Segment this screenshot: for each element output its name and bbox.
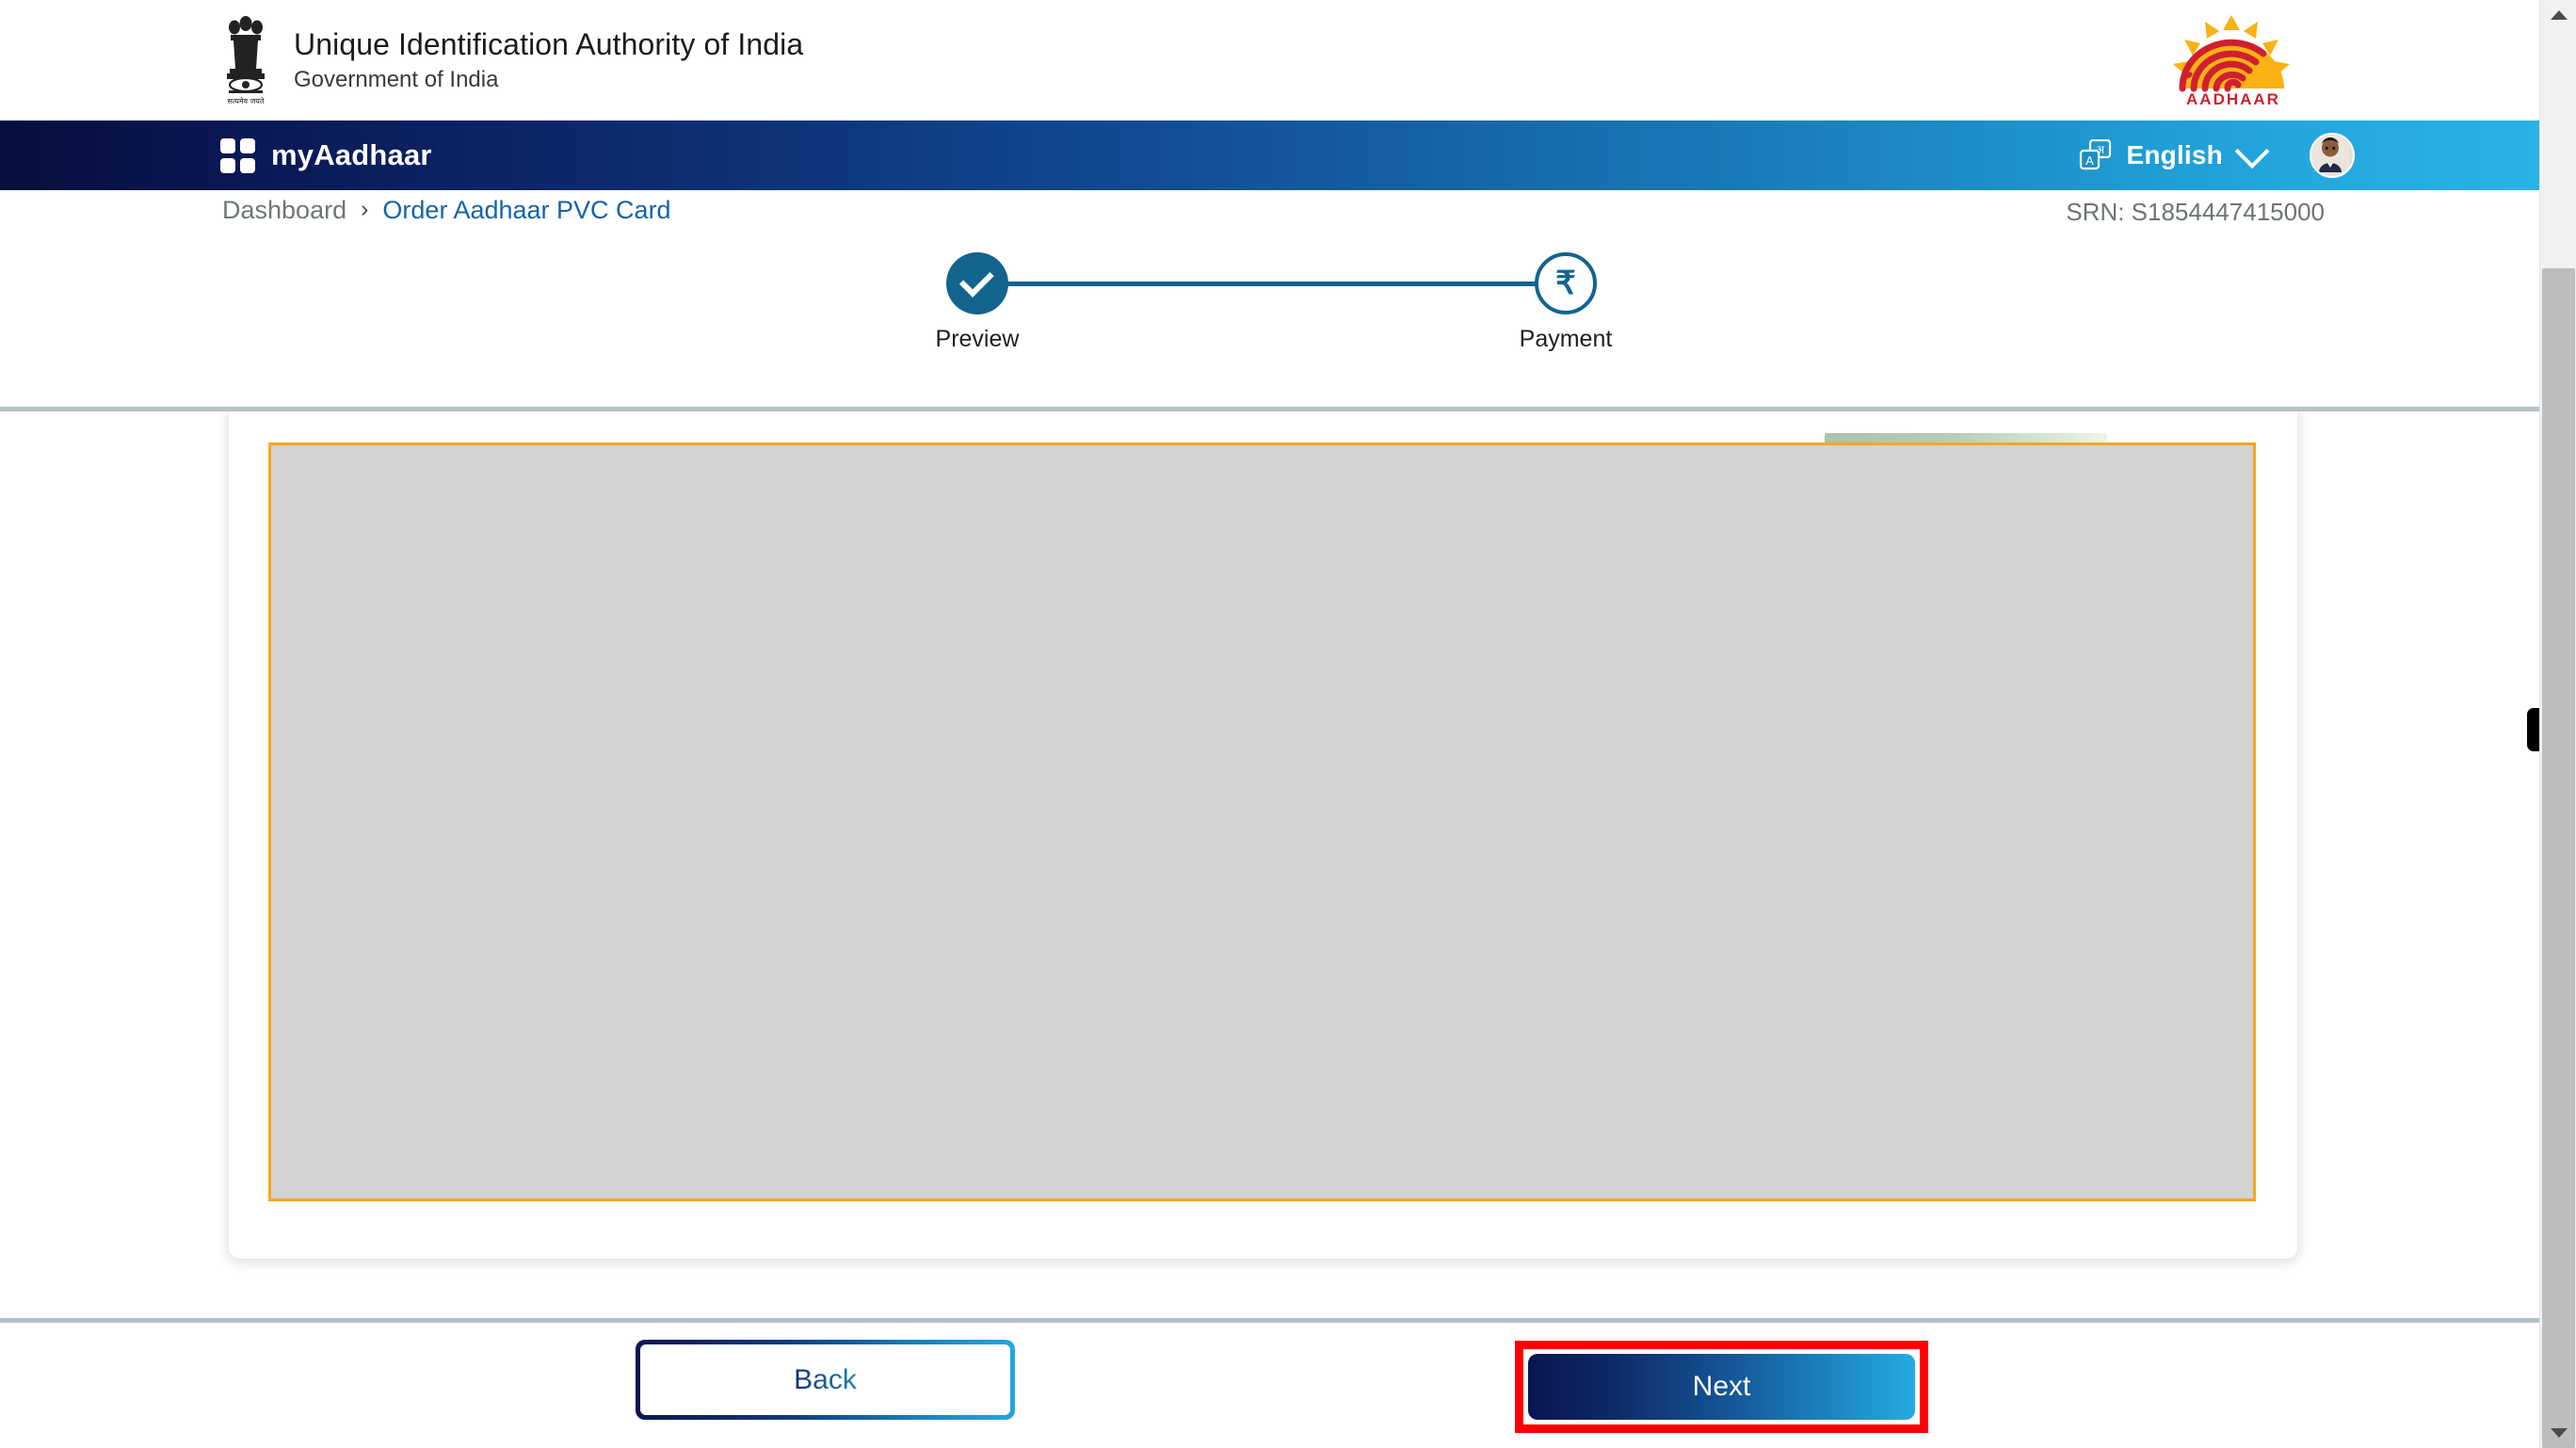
uidai-identity-block: सत्यमेव जयते Unique Identification Autho…: [218, 13, 803, 107]
stepper-step-payment[interactable]: ₹ Payment: [1486, 252, 1646, 353]
uidai-titles: Unique Identification Authority of India…: [294, 27, 803, 93]
brand-label: myAadhaar: [271, 138, 432, 171]
next-button[interactable]: Next: [1528, 1354, 1915, 1420]
srn-label: SRN: S1854447415000: [2066, 198, 2325, 226]
aadhaar-pvc-card-preview[interactable]: [268, 442, 2256, 1201]
next-button-label: Next: [1692, 1371, 1751, 1402]
myaadhaar-brand[interactable]: myAadhaar: [220, 137, 432, 173]
user-avatar-photo[interactable]: [2310, 133, 2355, 178]
scroll-down-arrow-icon[interactable]: [2540, 1418, 2576, 1448]
breadcrumb-separator-icon: ›: [361, 196, 369, 222]
stepper-step-preview[interactable]: Preview: [897, 252, 1057, 353]
stepper-payment-marker: ₹: [1535, 252, 1597, 314]
four-square-grid-icon: [220, 137, 255, 173]
stepper-connector-line: [992, 282, 1537, 286]
next-button-highlight: Next: [1515, 1341, 1928, 1433]
india-state-emblem-icon: सत्यमेव जयते: [218, 13, 273, 107]
scrollbar-thumb[interactable]: [2542, 268, 2575, 1448]
language-translate-icon: अ A: [2079, 138, 2113, 171]
stepper-label-payment: Payment: [1519, 326, 1613, 352]
rupee-icon: ₹: [1555, 265, 1576, 301]
primary-navbar: myAadhaar अ A English: [0, 121, 2539, 190]
aadhaar-sun-fingerprint-logo: AADHAAR: [2158, 13, 2309, 107]
breadcrumb-item-order-pvc-card[interactable]: Order Aadhaar PVC Card: [382, 196, 670, 225]
language-label: English: [2126, 140, 2223, 169]
aadhaar-wordmark: AADHAAR: [2186, 90, 2280, 107]
chevron-down-icon: [2234, 134, 2270, 169]
stepper-label-preview: Preview: [935, 326, 1020, 352]
uidai-subtitle: Government of India: [294, 66, 499, 92]
uidai-title: Unique Identification Authority of India: [294, 26, 804, 61]
browser-viewport: सत्यमेव जयते Unique Identification Autho…: [0, 0, 2539, 1448]
scroll-up-arrow-icon[interactable]: [2540, 0, 2576, 30]
navbar-right-cluster: अ A English: [2079, 133, 2355, 178]
svg-text:सत्यमेव जयते: सत्यमेव जयते: [228, 96, 265, 105]
progress-stepper: Preview ₹ Payment: [0, 233, 2539, 403]
svg-text:A: A: [2086, 153, 2095, 168]
back-button-surface: Back: [640, 1344, 1010, 1415]
breadcrumb: Dashboard › Order Aadhaar PVC Card: [222, 196, 671, 225]
check-icon: [958, 263, 994, 298]
back-button[interactable]: Back: [636, 1340, 1015, 1420]
footer-action-bar: Back: [0, 1323, 2539, 1448]
browser-scrollbar[interactable]: [2539, 0, 2576, 1448]
preview-card-panel: [229, 411, 2297, 1259]
breadcrumb-item-dashboard[interactable]: Dashboard: [222, 196, 346, 225]
government-header: सत्यमेव जयते Unique Identification Autho…: [0, 0, 2539, 121]
language-selector[interactable]: अ A English: [2079, 134, 2270, 171]
main-content: [0, 411, 2539, 1318]
panel-toggle-handle-icon[interactable]: [2527, 708, 2539, 751]
back-button-label: Back: [794, 1363, 857, 1395]
stepper-preview-marker: [946, 252, 1008, 314]
